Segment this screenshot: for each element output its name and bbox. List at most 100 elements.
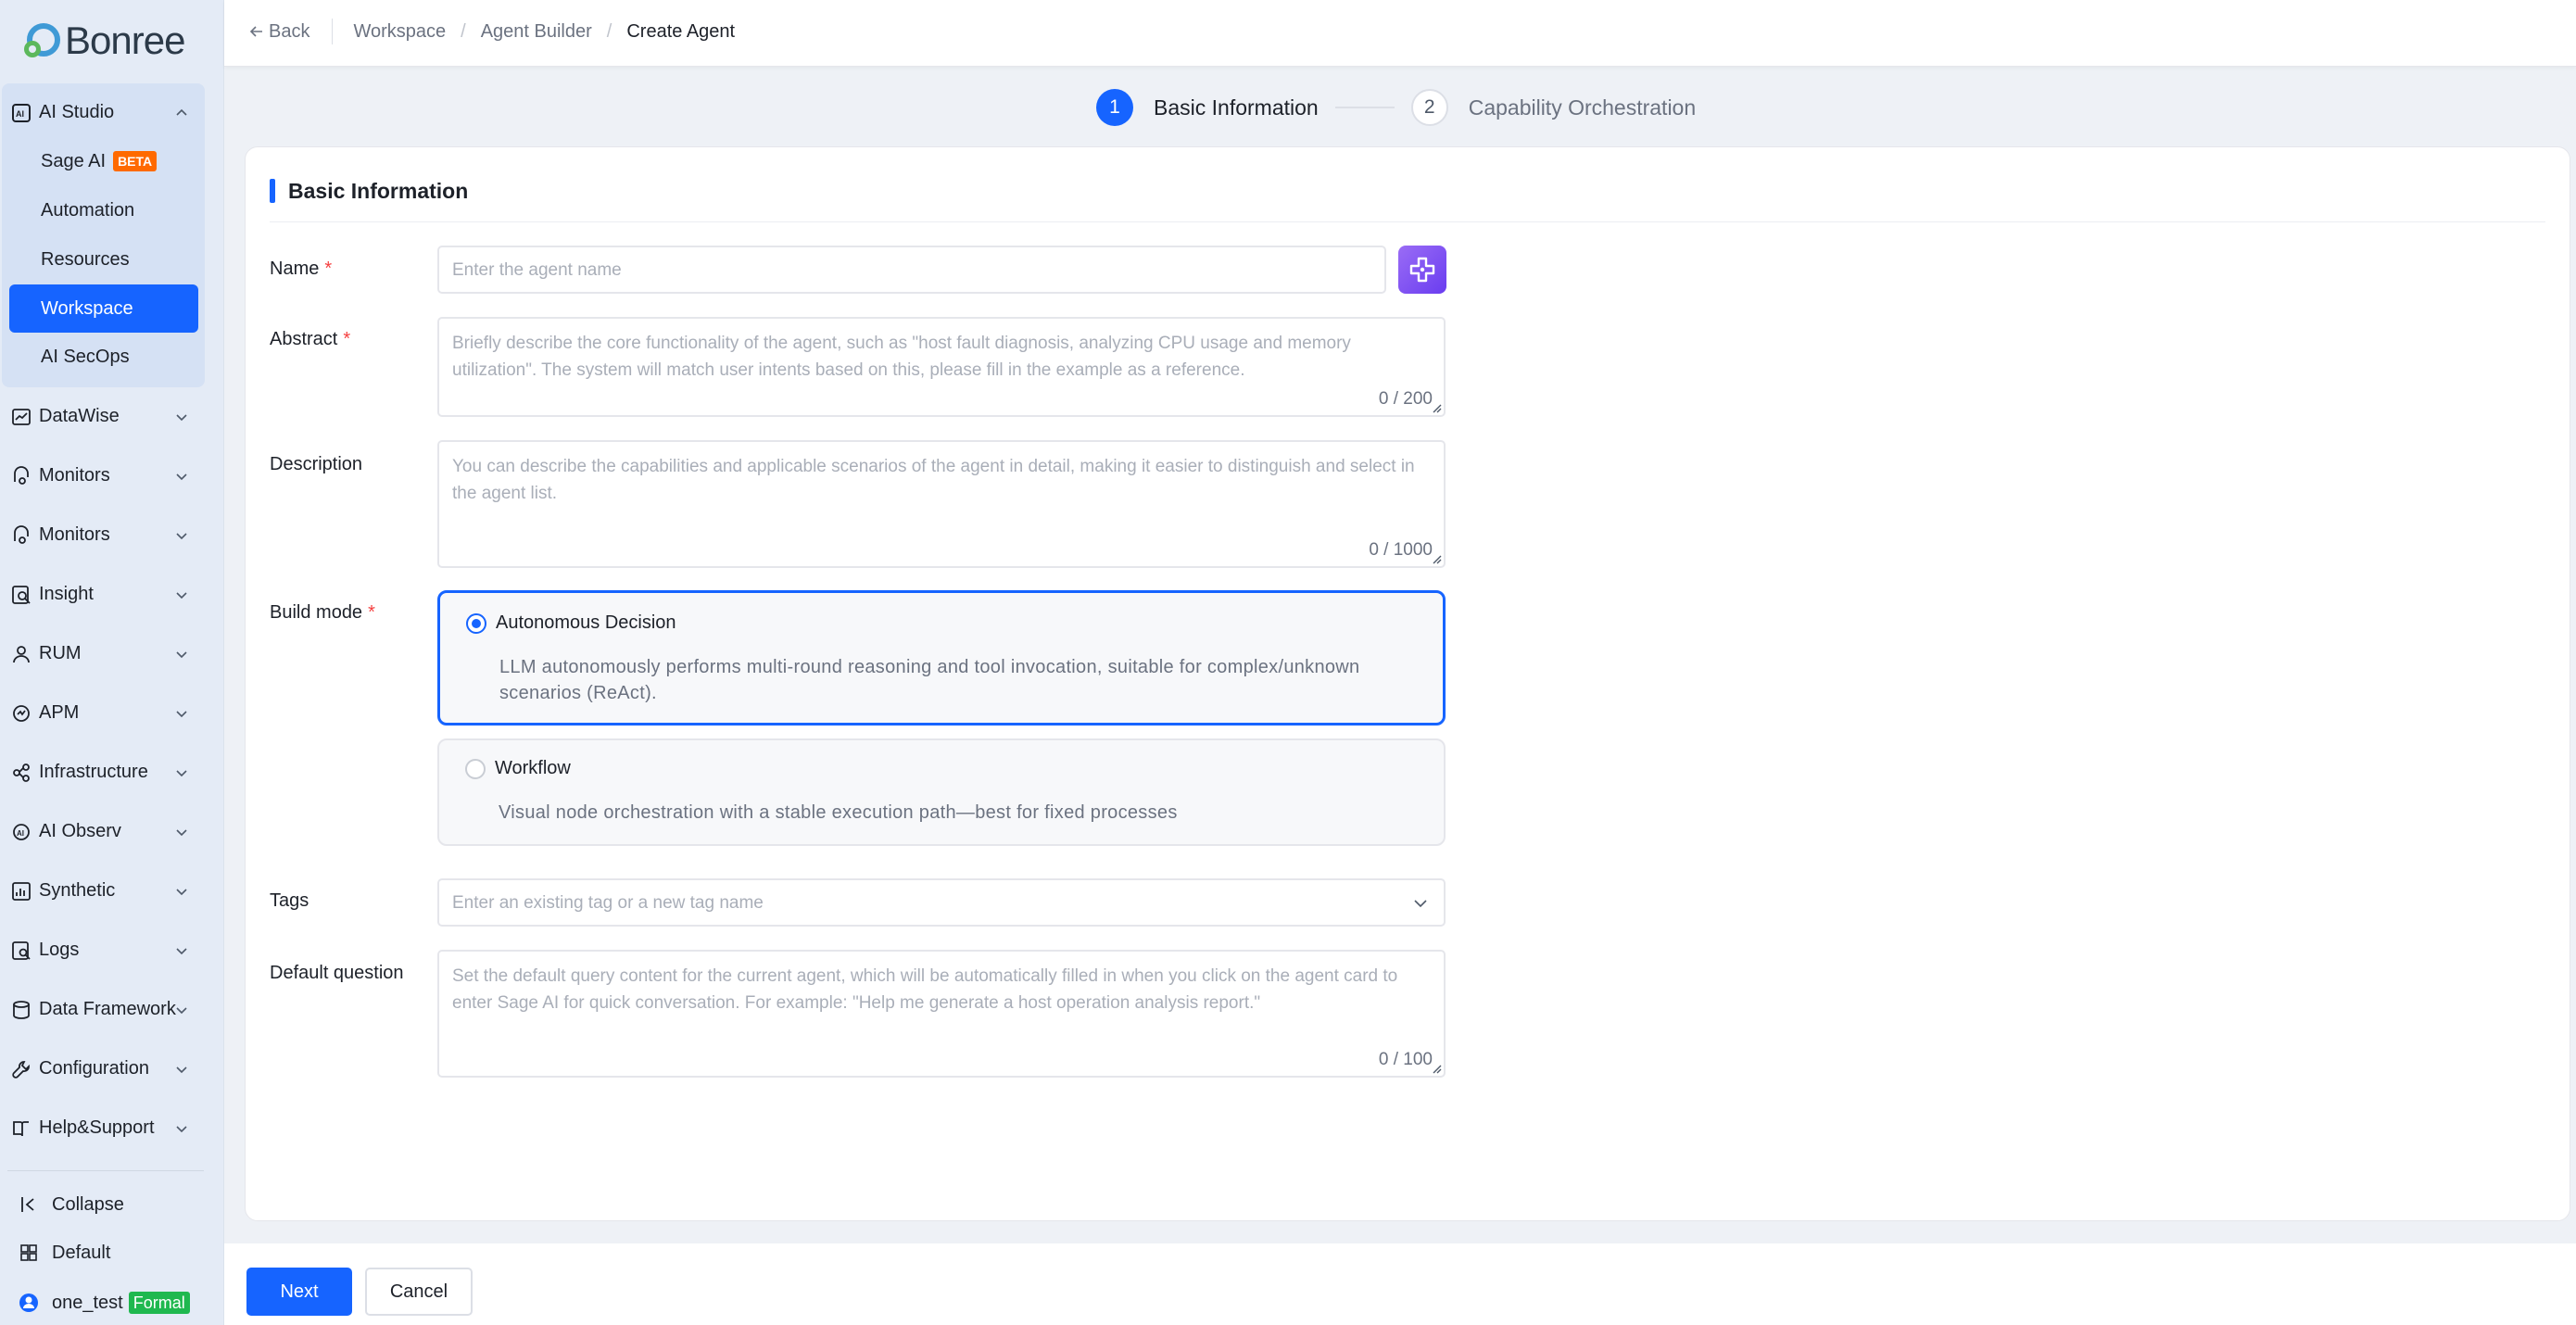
chevron-down-icon <box>1414 900 1427 908</box>
cancel-button[interactable]: Cancel <box>365 1268 473 1316</box>
chevron-down-icon <box>176 473 187 481</box>
breadcrumb-agent-builder[interactable]: Agent Builder <box>481 21 592 43</box>
chevron-down-icon <box>176 770 187 777</box>
env-badge: Formal <box>128 1292 190 1314</box>
back-link[interactable]: Back <box>248 21 309 43</box>
nav-synthetic[interactable]: Synthetic <box>0 872 224 909</box>
nav-monitors-1[interactable]: Monitors <box>0 457 224 494</box>
build-mode-autonomous-option[interactable]: Autonomous Decision LLM autonomously per… <box>437 590 1446 726</box>
nav-ai-observ[interactable]: AI AI Observ <box>0 813 224 850</box>
form-card: Basic Information Name * Enter the agent … <box>245 146 2570 1221</box>
sidebar-item-resources[interactable]: Resources <box>41 241 130 278</box>
logs-icon <box>12 941 31 960</box>
radio-autonomous[interactable] <box>466 613 486 634</box>
chevron-down-icon <box>176 889 187 896</box>
step-1-label: Basic Information <box>1154 95 1319 120</box>
user-icon <box>13 646 30 663</box>
section-header: Basic Information <box>270 177 468 205</box>
back-label: Back <box>269 20 310 42</box>
user-profile[interactable]: one_test Formal <box>19 1286 190 1319</box>
section-title: Basic Information <box>288 178 469 203</box>
default-label: Default <box>52 1242 111 1263</box>
breadcrumb: Back Workspace / Agent Builder / Create … <box>248 17 735 46</box>
nav-datawise-label: DataWise <box>39 405 120 426</box>
collapse-button[interactable]: Collapse <box>19 1188 124 1221</box>
avatar <box>19 1293 38 1312</box>
chevron-down-icon <box>176 414 187 422</box>
nav-insight[interactable]: Insight <box>0 575 224 612</box>
ai-observ-icon: AI <box>13 824 30 840</box>
default-workspace-button[interactable]: Default <box>19 1236 110 1269</box>
nav-monitors-1-label: Monitors <box>39 464 110 486</box>
radio-workflow[interactable] <box>465 759 486 779</box>
nav-ai-studio[interactable]: AI AI Studio <box>0 94 224 131</box>
nav-rum-label: RUM <box>39 642 82 663</box>
brand-name: Bonree <box>65 19 185 62</box>
automation-label: Automation <box>41 199 135 221</box>
name-placeholder: Enter the agent name <box>452 260 622 280</box>
resources-label: Resources <box>41 248 130 270</box>
nav-infrastructure[interactable]: Infrastructure <box>0 753 224 790</box>
resize-handle-icon[interactable] <box>1431 402 1442 413</box>
arrow-left-icon <box>249 26 262 37</box>
sidebar-item-ai-secops[interactable]: AI SecOps <box>41 338 130 375</box>
breadcrumb-current: Create Agent <box>626 20 736 42</box>
name-input[interactable]: Enter the agent name <box>437 246 1386 294</box>
resize-handle-icon[interactable] <box>1431 553 1442 564</box>
chevron-down-icon <box>176 533 187 540</box>
sidebar-item-automation[interactable]: Automation <box>41 192 134 229</box>
user-name: one_test <box>52 1292 123 1313</box>
abstract-label-text: Abstract <box>270 329 338 349</box>
monitor-icon <box>14 466 29 485</box>
next-button[interactable]: Next <box>246 1268 352 1316</box>
nav-ai-observ-label: AI Observ <box>39 820 121 841</box>
nav-apm[interactable]: APM <box>0 694 224 731</box>
svg-text:AI: AI <box>16 109 24 119</box>
nav-logs-label: Logs <box>39 939 80 960</box>
nav-ai-studio-label: AI Studio <box>39 101 115 122</box>
required-mark: * <box>324 259 333 279</box>
nav-configuration[interactable]: Configuration <box>0 1050 224 1087</box>
ai-generate-button[interactable] <box>1398 246 1446 294</box>
build-mode-label: Build mode * <box>270 602 375 624</box>
nav-logs[interactable]: Logs <box>0 931 224 968</box>
breadcrumb-workspace[interactable]: Workspace <box>353 21 446 43</box>
chevron-down-icon <box>176 1126 187 1133</box>
description-placeholder: You can describe the capabilities and ap… <box>452 457 1415 503</box>
nav-data-framework[interactable]: Data Framework <box>0 991 224 1028</box>
section-divider <box>270 221 2545 222</box>
bonree-logo[interactable]: Bonree <box>20 17 185 65</box>
sidebar-item-sage-ai[interactable]: Sage AI BETA <box>41 143 158 180</box>
description-label-text: Description <box>270 454 363 474</box>
tags-placeholder: Enter an existing tag or a new tag name <box>452 893 764 913</box>
ai-generate-icon <box>1409 257 1435 283</box>
nav-rum[interactable]: RUM <box>0 635 224 672</box>
default-question-textarea[interactable]: Set the default query content for the cu… <box>437 950 1446 1078</box>
resize-handle-icon[interactable] <box>1431 1063 1442 1074</box>
ai-studio-icon: AI <box>12 104 31 122</box>
step-1-number: 1 <box>1096 89 1133 126</box>
nav-help-support[interactable]: Help&Support <box>0 1109 224 1146</box>
nav-data-framework-label: Data Framework <box>39 998 176 1019</box>
autonomous-title: Autonomous Decision <box>496 612 676 633</box>
abstract-textarea[interactable]: Briefly describe the core functionality … <box>437 317 1446 417</box>
build-mode-workflow-option[interactable]: Workflow Visual node orchestration with … <box>437 738 1446 846</box>
description-counter: 0 / 1000 <box>1369 540 1433 560</box>
nav-monitors-2[interactable]: Monitors <box>0 516 224 553</box>
required-mark: * <box>343 329 351 349</box>
tags-select[interactable]: Enter an existing tag or a new tag name <box>437 878 1446 927</box>
top-bar: Back Workspace / Agent Builder / Create … <box>224 0 2576 67</box>
default-question-counter: 0 / 100 <box>1378 1050 1433 1069</box>
nav-monitors-2-label: Monitors <box>39 524 110 545</box>
chevron-down-icon <box>176 592 187 599</box>
grid-icon <box>20 1244 37 1261</box>
sidebar-item-workspace[interactable]: Workspace <box>41 290 133 327</box>
breadcrumb-divider <box>332 19 334 44</box>
description-label: Description <box>270 454 362 475</box>
collapse-label: Collapse <box>52 1193 124 1215</box>
nav-datawise[interactable]: DataWise <box>0 398 224 435</box>
build-mode-label-text: Build mode <box>270 602 363 623</box>
nav-apm-label: APM <box>39 701 80 723</box>
description-textarea[interactable]: You can describe the capabilities and ap… <box>437 440 1446 568</box>
chevron-down-icon <box>176 711 187 718</box>
